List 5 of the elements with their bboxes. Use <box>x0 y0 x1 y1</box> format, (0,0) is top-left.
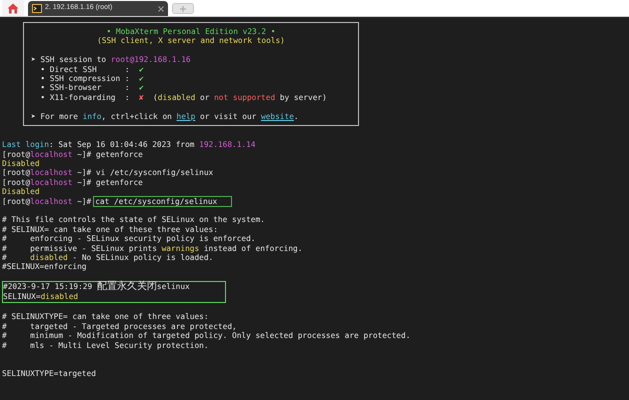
terminal-icon <box>32 4 42 13</box>
home-icon <box>7 2 19 14</box>
close-icon[interactable] <box>158 6 164 12</box>
home-button[interactable] <box>2 0 24 16</box>
plus-icon <box>180 6 186 12</box>
